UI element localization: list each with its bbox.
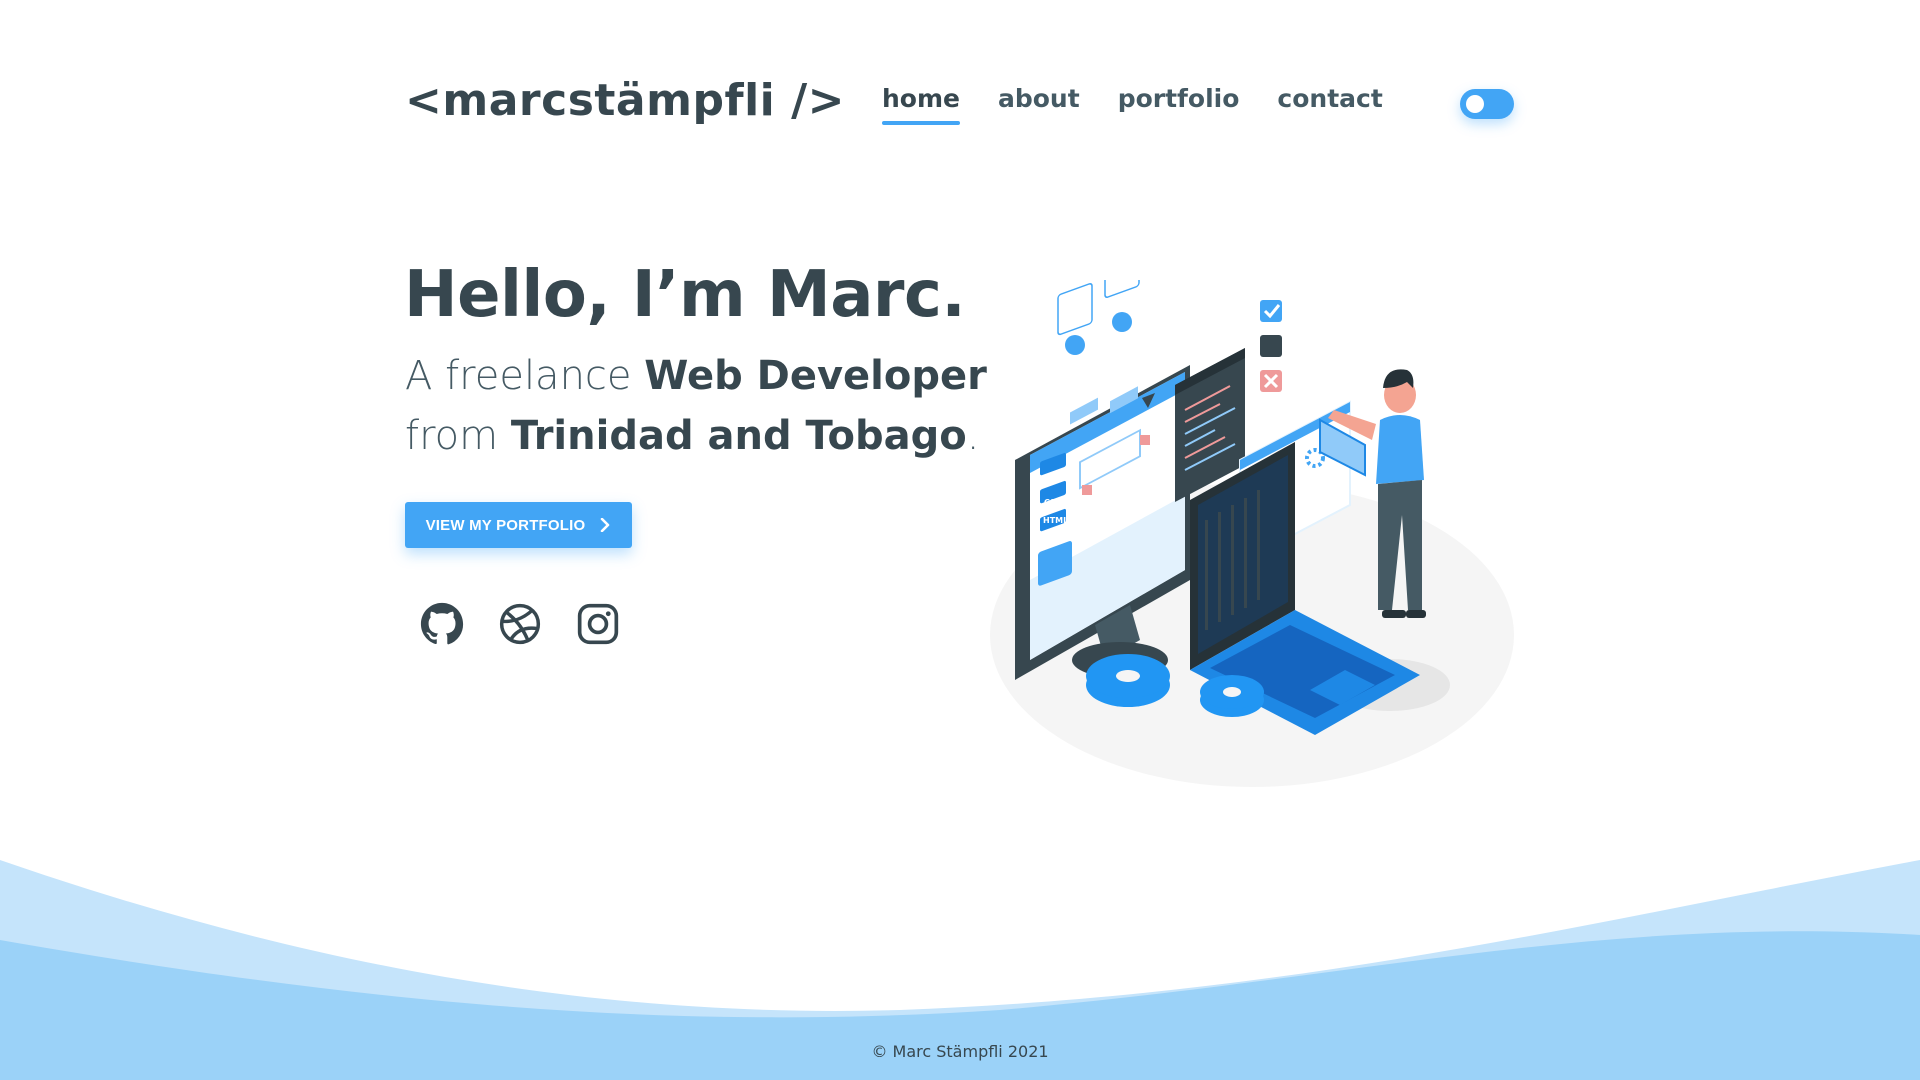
hero-title: Hello, I’m Marc. — [404, 258, 966, 332]
nav-about[interactable]: about — [998, 84, 1080, 123]
github-icon — [420, 602, 464, 645]
subtitle-text-2: from — [405, 413, 511, 459]
dribbble-icon — [499, 603, 541, 645]
view-portfolio-button[interactable]: VIEW MY PORTFOLIO — [405, 502, 632, 548]
subtitle-period: . — [966, 413, 980, 459]
instagram-icon — [577, 603, 619, 645]
page: <marcstämpfli /> home about portfolio co… — [0, 0, 1920, 1080]
css-label: CSS — [1044, 498, 1061, 507]
site-logo[interactable]: <marcstämpfli /> — [405, 75, 845, 126]
cta-label: VIEW MY PORTFOLIO — [425, 516, 586, 534]
instagram-link[interactable] — [576, 602, 620, 646]
github-link[interactable] — [420, 602, 464, 646]
nav-portfolio[interactable]: portfolio — [1118, 84, 1240, 123]
subtitle-country: Trinidad and Tobago — [510, 413, 967, 459]
subtitle-role: Web Developer — [644, 353, 987, 399]
html-label: HTML — [1043, 516, 1068, 525]
social-links — [420, 602, 620, 646]
developer-illustration: CSS HTML C++ — [990, 280, 1514, 787]
main-nav: home about portfolio contact — [882, 84, 1383, 125]
hero-subtitle: A freelance Web Developer from Trinidad a… — [405, 346, 1005, 466]
dribbble-link[interactable] — [498, 602, 542, 646]
chevron-right-icon — [601, 518, 610, 532]
footer-copyright: © Marc Stämpfli 2021 — [871, 1042, 1049, 1061]
toggle-knob — [1466, 95, 1484, 113]
nav-home[interactable]: home — [882, 84, 960, 125]
cpp-label: C++ — [1044, 534, 1063, 543]
nav-contact[interactable]: contact — [1277, 84, 1382, 123]
theme-toggle[interactable] — [1460, 89, 1514, 119]
subtitle-text-1: A freelance — [405, 353, 645, 399]
